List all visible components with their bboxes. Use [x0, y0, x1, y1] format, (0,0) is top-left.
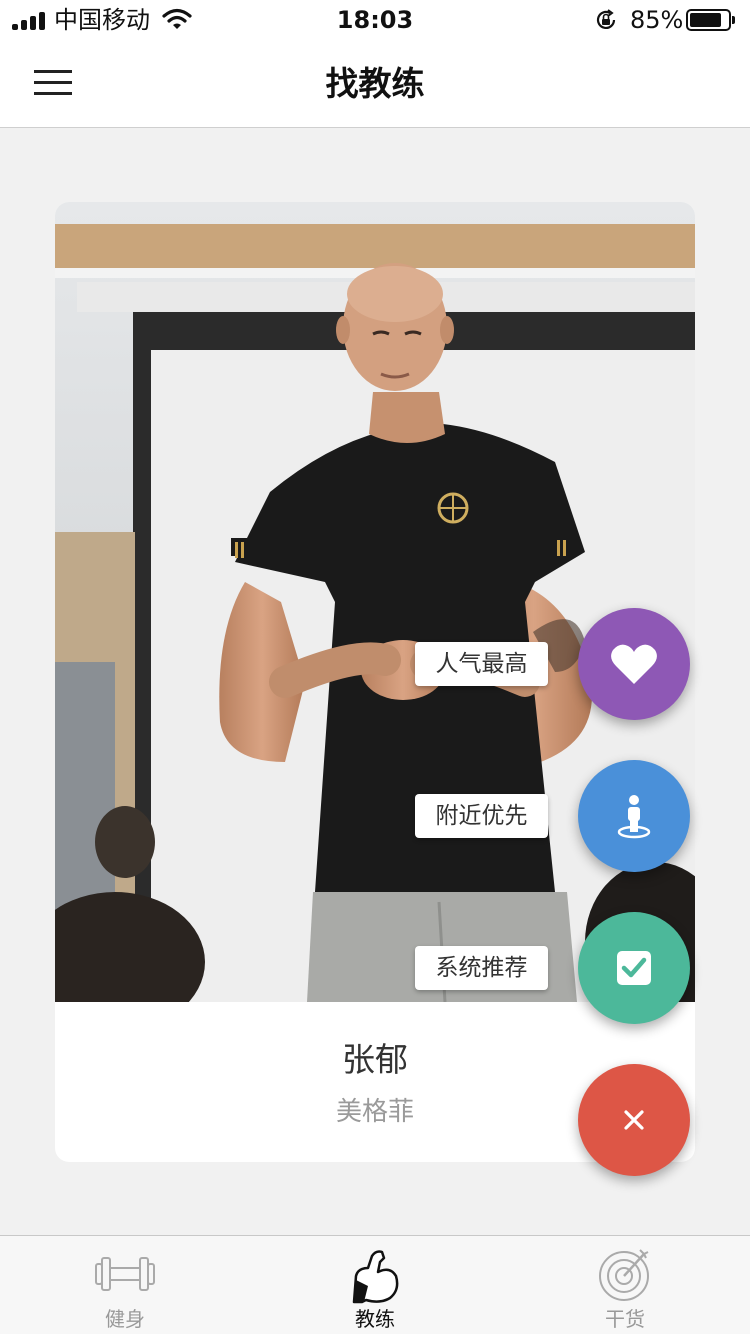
status-bar: 中国移动 18:03 85% [0, 0, 750, 40]
location-person-icon [617, 795, 651, 839]
target-icon [599, 1249, 649, 1301]
battery-percentage: 85% [630, 6, 684, 34]
tab-coach[interactable]: 教练 [250, 1236, 500, 1334]
close-icon [624, 1110, 644, 1130]
battery-icon [686, 9, 736, 31]
close-menu-button[interactable] [578, 1064, 690, 1176]
coach-photo[interactable] [55, 202, 695, 1002]
sort-popular-label[interactable]: 人气最高 [415, 642, 548, 686]
heart-icon [611, 644, 657, 684]
sort-popular-button[interactable] [578, 608, 690, 720]
navigation-bar: 找教练 [0, 40, 750, 128]
dumbbell-icon [95, 1257, 155, 1291]
flexed-arm-icon [352, 1250, 399, 1304]
tab-bar: 健身 教练 干货 [0, 1235, 750, 1334]
checkbox-icon [617, 951, 651, 985]
tab-fitness-label: 健身 [105, 1307, 145, 1331]
tab-fitness[interactable]: 健身 [0, 1236, 250, 1334]
tab-coach-label: 教练 [355, 1307, 395, 1331]
tab-articles[interactable]: 干货 [500, 1236, 750, 1334]
sort-nearby-label[interactable]: 附近优先 [415, 794, 548, 838]
sort-recommended-button[interactable] [578, 912, 690, 1024]
sort-recommended-label[interactable]: 系统推荐 [415, 946, 548, 990]
page-title: 找教练 [325, 64, 425, 103]
rotation-lock-icon [596, 9, 616, 29]
sort-nearby-button[interactable] [578, 760, 690, 872]
tab-articles-label: 干货 [605, 1307, 645, 1331]
